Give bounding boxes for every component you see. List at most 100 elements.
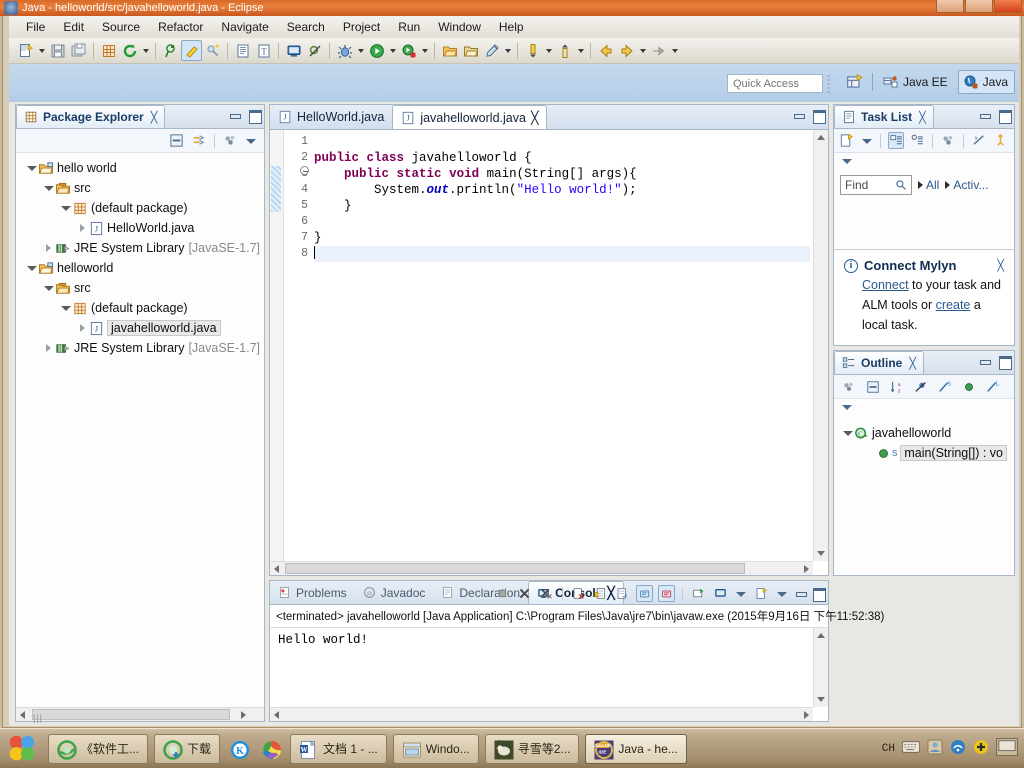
outline-row[interactable]: Cjavahelloworld: [834, 423, 1014, 443]
tree-row[interactable]: J HelloWorld.java: [16, 218, 264, 238]
code-line[interactable]: }: [314, 198, 810, 214]
view-menu-filter-icon[interactable]: [222, 132, 239, 149]
maximize-editor-icon[interactable]: [812, 109, 826, 124]
back-icon[interactable]: [595, 40, 616, 61]
collapse-all-icon[interactable]: [168, 132, 185, 149]
tab-problems[interactable]: Problems: [270, 581, 355, 604]
scheduled-presentation-icon[interactable]: [909, 132, 925, 149]
chevron-down-icon[interactable]: [24, 161, 38, 175]
scroll-up-icon[interactable]: [814, 629, 827, 642]
focus-on-active-task-icon[interactable]: [840, 378, 857, 395]
menu-refactor[interactable]: Refactor: [149, 18, 212, 36]
close-icon[interactable]: ╳: [997, 259, 1004, 272]
minimize-editor-icon[interactable]: [792, 109, 805, 122]
scroll-left-icon[interactable]: [270, 708, 283, 721]
scroll-left-icon[interactable]: [16, 708, 29, 721]
task-filter-activate[interactable]: Activ...: [945, 178, 988, 192]
previous-annotation-dropdown-icon[interactable]: [575, 40, 586, 61]
ime-indicator[interactable]: CH: [882, 743, 895, 755]
search-pin-icon[interactable]: [160, 40, 181, 61]
run-icon[interactable]: [366, 40, 387, 61]
maximize-view-icon[interactable]: [248, 109, 262, 124]
view-menu-icon[interactable]: [244, 134, 258, 148]
close-icon[interactable]: ╳: [151, 111, 158, 124]
hide-nonpublic-icon[interactable]: [960, 378, 977, 395]
menu-edit[interactable]: Edit: [54, 18, 93, 36]
menu-run[interactable]: Run: [389, 18, 429, 36]
show-console-on-output-icon[interactable]: [636, 585, 653, 602]
tree-row[interactable]: src: [16, 178, 264, 198]
fold-collapse-icon[interactable]: [300, 166, 309, 175]
build-icon[interactable]: [181, 40, 202, 61]
taskbar-item-word-doc[interactable]: W 文档 1 - ...: [290, 733, 387, 764]
taskbar-item-browser[interactable]: [258, 734, 284, 764]
chevron-down-icon[interactable]: [24, 261, 38, 275]
hide-local-types-icon[interactable]: L: [984, 378, 1001, 395]
remove-launch-icon[interactable]: [516, 585, 533, 602]
word-wrap-icon[interactable]: [614, 585, 631, 602]
pencil-edit-icon[interactable]: [481, 40, 502, 61]
menu-search[interactable]: Search: [278, 18, 334, 36]
chevron-down-icon[interactable]: [58, 301, 72, 315]
minimize-view-icon[interactable]: [978, 355, 991, 368]
previous-annotation-icon[interactable]: [554, 40, 575, 61]
code-line[interactable]: public class javahelloworld {: [314, 150, 810, 166]
next-edit-dropdown-icon[interactable]: [669, 40, 680, 61]
display-selected-console-icon[interactable]: [712, 585, 729, 602]
minimize-button[interactable]: [936, 0, 964, 13]
scroll-right-icon[interactable]: [800, 562, 813, 575]
save-icon[interactable]: [47, 40, 68, 61]
collapse-all-icon[interactable]: [864, 378, 881, 395]
task-list-tab[interactable]: Task List ╳: [834, 105, 934, 128]
skip-breakpoints-icon[interactable]: [304, 40, 325, 61]
link-with-editor-icon[interactable]: [190, 132, 207, 149]
tray-update-icon[interactable]: [973, 739, 989, 758]
external-tools-dropdown-icon[interactable]: [419, 40, 430, 61]
maximize-view-icon[interactable]: [812, 587, 826, 602]
refresh-icon[interactable]: [119, 40, 140, 61]
open-folder-icon[interactable]: [439, 40, 460, 61]
next-edit-icon[interactable]: [648, 40, 669, 61]
editor-folding-ruler[interactable]: [270, 130, 284, 561]
hide-fields-icon[interactable]: [912, 378, 929, 395]
minimize-view-icon[interactable]: [794, 587, 807, 600]
connect-link[interactable]: Connect: [862, 278, 909, 292]
console-output-area[interactable]: Hello world!: [270, 628, 828, 721]
terminal-icon[interactable]: [283, 40, 304, 61]
open-folder-2-icon[interactable]: [460, 40, 481, 61]
activate-task-icon[interactable]: [992, 132, 1008, 149]
editor-vscrollbar[interactable]: [813, 130, 828, 561]
chevron-right-icon[interactable]: [41, 241, 55, 255]
menu-window[interactable]: Window: [429, 18, 490, 36]
remove-all-terminated-icon[interactable]: [538, 585, 555, 602]
chevron-down-icon[interactable]: [41, 281, 55, 295]
tab-javadoc[interactable]: @ Javadoc: [355, 581, 434, 604]
menu-file[interactable]: File: [17, 18, 54, 36]
tree-row[interactable]: (default package): [16, 298, 264, 318]
view-menu-icon[interactable]: [840, 154, 854, 168]
code-editor[interactable]: 12345678 public class javahelloworld { p…: [270, 130, 828, 575]
scroll-right-icon[interactable]: [800, 708, 813, 721]
taskbar-item-download[interactable]: 下载: [154, 733, 221, 764]
menu-help[interactable]: Help: [490, 18, 533, 36]
chevron-down-icon[interactable]: [41, 181, 55, 195]
scroll-right-icon[interactable]: [237, 708, 250, 721]
pin-console-icon[interactable]: [690, 585, 707, 602]
close-button[interactable]: [994, 0, 1022, 13]
focus-on-workweek-icon[interactable]: [940, 132, 956, 149]
open-console-icon[interactable]: [753, 585, 770, 602]
terminate-icon[interactable]: [494, 585, 511, 602]
quick-fix-icon[interactable]: [202, 40, 223, 61]
scroll-up-icon[interactable]: [814, 131, 827, 144]
scroll-left-icon[interactable]: [270, 562, 283, 575]
next-annotation-icon[interactable]: [522, 40, 543, 61]
forward-dropdown-icon[interactable]: [637, 40, 648, 61]
outline-tree[interactable]: Cjavahelloworld Smain(String[]) : vo: [834, 415, 1014, 463]
tray-app-1-icon[interactable]: [927, 739, 943, 758]
close-icon[interactable]: ╳: [531, 110, 539, 125]
new-task-dropdown-icon[interactable]: [860, 134, 873, 148]
package-explorer-tree[interactable]: hello world src (default package) J HelloWor…: [16, 153, 264, 358]
start-orb-button[interactable]: [2, 731, 42, 767]
new-wizard-dropdown-icon[interactable]: [36, 40, 47, 61]
minimize-view-icon[interactable]: [228, 109, 241, 122]
